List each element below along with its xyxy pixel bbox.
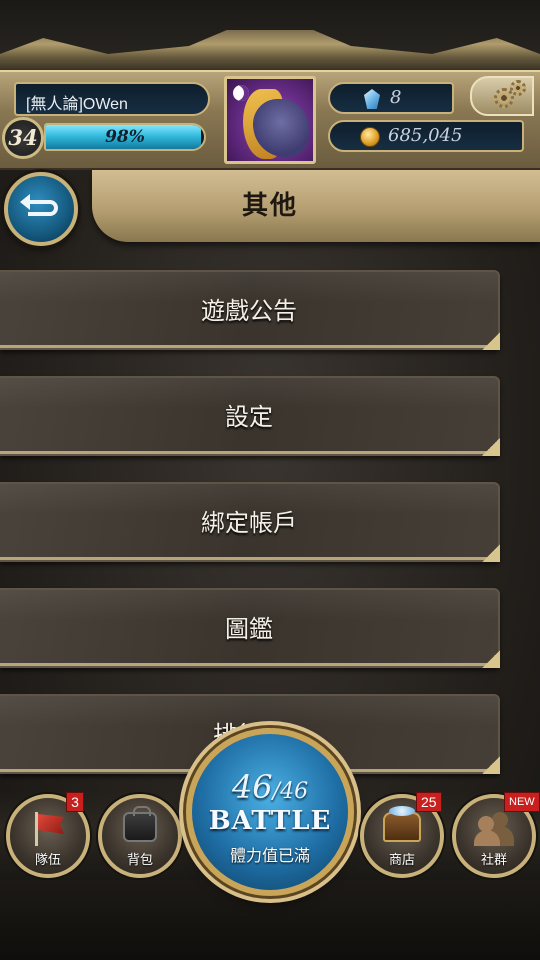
nav-social-button[interactable]: 社群 NEW bbox=[452, 792, 540, 878]
nav-team-button[interactable]: 隊伍 3 bbox=[6, 792, 90, 878]
menu-item-label: 遊戲公告 bbox=[201, 297, 297, 325]
menu-item-announcements[interactable]: 遊戲公告 bbox=[0, 270, 500, 350]
page-title: 其他 bbox=[241, 191, 298, 221]
nav-social-label: 社群 bbox=[480, 853, 507, 868]
nav-shop-label: 商店 bbox=[388, 853, 415, 868]
back-arrow-icon bbox=[20, 194, 58, 216]
menu-item-codex[interactable]: 圖鑑 bbox=[0, 588, 500, 668]
flag-icon bbox=[33, 812, 64, 846]
exp-bar: 98% bbox=[44, 123, 206, 151]
nav-team-label: 隊伍 bbox=[34, 853, 61, 868]
menu-item-label: 設定 bbox=[225, 403, 273, 431]
title-bar: 其他 bbox=[92, 170, 540, 242]
stamina-display: 46/46 bbox=[192, 768, 348, 806]
shop-badge: 25 bbox=[416, 792, 442, 812]
menu-item-label: 綁定帳戶 bbox=[201, 509, 297, 537]
coin-icon bbox=[360, 127, 380, 147]
battle-button[interactable]: 46/46 BATTLE 體力值已滿 bbox=[186, 728, 354, 896]
moon-icon bbox=[233, 85, 249, 101]
exp-percent: 98% bbox=[105, 127, 145, 147]
stamina-max: /46 bbox=[272, 779, 309, 804]
nav-shop-button[interactable]: 商店 25 bbox=[360, 792, 444, 878]
player-name: [無人論]OWen bbox=[14, 82, 210, 116]
gem-counter[interactable]: 8 bbox=[328, 82, 454, 114]
bag-icon bbox=[123, 806, 157, 842]
settings-button[interactable] bbox=[470, 76, 534, 116]
team-badge: 3 bbox=[66, 792, 84, 812]
people-icon bbox=[474, 812, 514, 846]
stamina-current: 46 bbox=[231, 768, 273, 806]
chest-icon bbox=[383, 806, 421, 842]
back-button[interactable] bbox=[4, 172, 78, 246]
player-avatar[interactable] bbox=[224, 76, 316, 164]
menu-item-label: 圖鑑 bbox=[225, 615, 273, 643]
battle-label: BATTLE bbox=[208, 806, 332, 836]
gold-counter[interactable]: 685,045 bbox=[328, 120, 524, 152]
player-level: 34 bbox=[2, 117, 44, 159]
menu-item-settings[interactable]: 設定 bbox=[0, 376, 500, 456]
gem-icon bbox=[364, 89, 380, 109]
gold-count: 685,045 bbox=[388, 125, 463, 146]
nav-bag-label: 背包 bbox=[126, 853, 153, 868]
stamina-status: 體力值已滿 bbox=[229, 846, 310, 865]
nav-bag-button[interactable]: 背包 bbox=[98, 794, 182, 878]
settings-gear-small-icon bbox=[510, 80, 526, 96]
menu-item-bind-account[interactable]: 綁定帳戶 bbox=[0, 482, 500, 562]
social-new-badge: NEW bbox=[504, 792, 540, 812]
gem-count: 8 bbox=[390, 87, 402, 108]
